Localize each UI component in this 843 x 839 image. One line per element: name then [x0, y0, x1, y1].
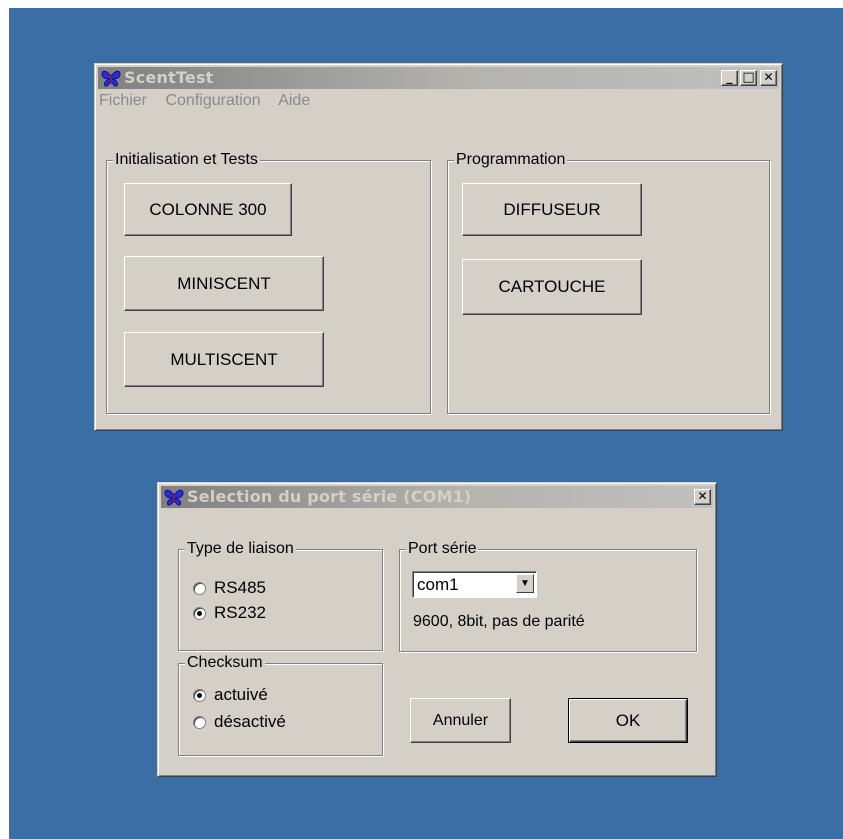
cartouche-label: CARTOUCHE — [498, 277, 606, 296]
miniscent-label: MINISCENT — [177, 273, 271, 293]
cancel-button[interactable]: Annuler — [410, 698, 511, 743]
cartouche-button[interactable]: CARTOUCHE — [462, 259, 642, 315]
type-liaison-label: Type de liaison — [185, 540, 296, 558]
miniscent-button[interactable]: MINISCENT — [124, 256, 324, 311]
cancel-button-label: Annuler — [432, 711, 489, 729]
menu-configuration[interactable]: Configuration — [165, 92, 260, 109]
ok-button-label: OK — [615, 710, 641, 730]
port-serie-label: Port série — [406, 540, 479, 558]
radio-button[interactable] — [193, 581, 206, 595]
radio-rs232[interactable]: RS232 — [193, 603, 266, 623]
serial-port-dialog: Selection du port série (COM1) ✕ Type de… — [157, 482, 717, 777]
radio-desactive-label: désactivé — [214, 712, 286, 731]
scenttest-window: ScentTest _ □ ✕ Fichier Configuration Ai… — [94, 63, 783, 431]
desktop: ScentTest _ □ ✕ Fichier Configuration Ai… — [9, 8, 843, 839]
diffuseur-button[interactable]: DIFFUSEUR — [462, 183, 642, 236]
ok-button[interactable]: OK — [568, 698, 688, 743]
close-icon: ✕ — [697, 489, 708, 503]
main-titlebar[interactable]: ScentTest _ □ ✕ — [98, 67, 779, 89]
menu-bar: Fichier Configuration Aide — [99, 92, 324, 114]
group-programmation-label: Programmation — [454, 151, 568, 169]
group-type-liaison: Type de liaison — [178, 540, 383, 651]
radio-rs232-label: RS232 — [214, 603, 266, 622]
butterfly-icon — [101, 70, 121, 87]
chevron-down-icon[interactable]: ▼ — [516, 574, 534, 593]
port-select-value: com1 — [417, 575, 459, 594]
maximize-button[interactable]: □ — [740, 70, 757, 86]
multiscent-label: MULTISCENT — [170, 349, 278, 369]
radio-active[interactable]: actuivé — [193, 685, 268, 705]
radio-button[interactable] — [193, 715, 206, 729]
colonne-300-button[interactable]: COLONNE 300 — [124, 183, 292, 236]
main-window-title: ScentTest — [124, 68, 214, 87]
colonne-300-label: COLONNE 300 — [149, 199, 267, 219]
close-button[interactable]: ✕ — [760, 70, 777, 86]
minimize-icon: _ — [726, 70, 733, 84]
dialog-title: Selection du port série (COM1) — [187, 487, 472, 506]
port-info-text: 9600, 8bit, pas de parité — [413, 613, 585, 630]
dialog-titlebar[interactable]: Selection du port série (COM1) ✕ — [161, 486, 713, 508]
diffuseur-label: DIFFUSEUR — [503, 199, 601, 219]
group-port-serie: Port série — [399, 540, 697, 652]
radio-active-label: actuivé — [214, 685, 268, 704]
radio-rs485-label: RS485 — [214, 578, 266, 597]
minimize-button[interactable]: _ — [721, 70, 738, 86]
group-checksum: Checksum — [178, 654, 383, 756]
port-select[interactable]: com1 ▼ — [412, 571, 537, 598]
butterfly-icon — [164, 489, 184, 506]
radio-button[interactable] — [193, 688, 206, 702]
menu-aide[interactable]: Aide — [278, 92, 310, 109]
dialog-close-button[interactable]: ✕ — [694, 489, 711, 505]
menu-fichier[interactable]: Fichier — [99, 92, 147, 109]
multiscent-button[interactable]: MULTISCENT — [124, 332, 324, 387]
radio-rs485[interactable]: RS485 — [193, 578, 266, 598]
radio-desactive[interactable]: désactivé — [193, 712, 286, 732]
group-init-tests-label: Initialisation et Tests — [113, 151, 260, 169]
checksum-label: Checksum — [185, 654, 265, 672]
maximize-icon: □ — [742, 70, 755, 85]
radio-button[interactable] — [193, 606, 206, 620]
close-icon: ✕ — [763, 70, 774, 84]
